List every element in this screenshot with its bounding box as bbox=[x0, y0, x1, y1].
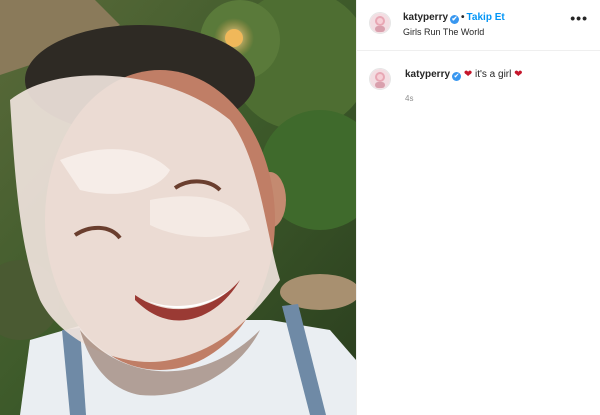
caption-avatar[interactable] bbox=[369, 68, 391, 90]
caption-username[interactable]: katyperry bbox=[405, 69, 450, 80]
instagram-post: katyperry ✔ • Takip Et Girls Run The World … bbox=[0, 0, 600, 415]
verified-badge-icon: ✔ bbox=[450, 15, 460, 24]
more-options-icon[interactable]: ••• bbox=[570, 10, 588, 26]
caption-timestamp[interactable]: 4s bbox=[405, 94, 413, 103]
caption-line: katyperry ✔ ❤ it's a girl ❤ bbox=[405, 69, 523, 81]
heart-emoji-icon: ❤ bbox=[514, 69, 523, 80]
caption-comment: katyperry ✔ ❤ it's a girl ❤ 4s bbox=[357, 66, 600, 126]
separator-dot: • bbox=[461, 12, 465, 23]
post-header: katyperry ✔ • Takip Et Girls Run The World … bbox=[357, 0, 600, 51]
author-avatar[interactable] bbox=[369, 12, 391, 34]
author-username[interactable]: katyperry bbox=[403, 12, 448, 23]
author-subtitle[interactable]: Girls Run The World bbox=[403, 27, 484, 37]
heart-emoji-icon: ❤ bbox=[463, 69, 473, 80]
photo-illustration bbox=[0, 0, 356, 415]
post-sidebar: katyperry ✔ • Takip Et Girls Run The World … bbox=[356, 0, 600, 415]
verified-badge-icon: ✔ bbox=[452, 72, 462, 81]
post-photo[interactable] bbox=[0, 0, 356, 415]
caption-text: it's a girl bbox=[474, 69, 512, 80]
follow-button[interactable]: Takip Et bbox=[467, 12, 505, 23]
author-line: katyperry ✔ • Takip Et bbox=[403, 12, 505, 24]
